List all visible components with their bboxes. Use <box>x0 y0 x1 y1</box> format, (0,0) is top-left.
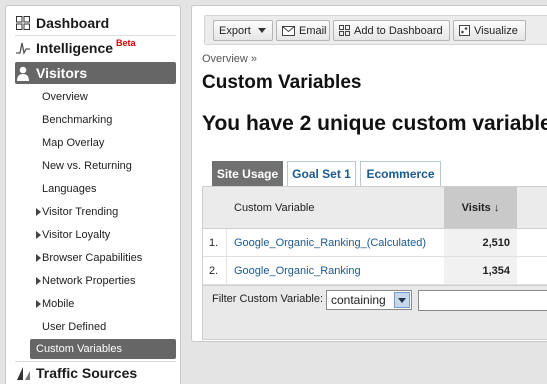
table-header: Custom Variable Visits ↓ <box>202 186 547 229</box>
filter-bar: Filter Custom Variable: containing <box>202 285 547 340</box>
filter-label: Filter Custom Variable: <box>212 293 324 305</box>
sidebar-item-languages[interactable]: Languages <box>30 179 176 199</box>
row-number: 1. <box>209 237 219 249</box>
sidebar-item-network-properties[interactable]: Network Properties <box>30 271 176 291</box>
sidebar-item-label: Visitor Trending <box>42 206 119 218</box>
sidebar-item-user-defined[interactable]: User Defined <box>30 317 176 337</box>
sidebar-item-label: Overview <box>42 91 88 103</box>
dropdown-arrow-icon[interactable] <box>394 292 410 308</box>
visits-value: 1,354 <box>444 257 517 284</box>
visits-value: 2,510 <box>444 229 517 256</box>
sidebar-section-intelligence[interactable]: Intelligence Beta <box>15 37 176 59</box>
sidebar-item-benchmarking[interactable]: Benchmarking <box>30 110 176 130</box>
report-panel: Export Email Add to Dashboard Visualize … <box>191 5 547 342</box>
add-to-dashboard-button[interactable]: Add to Dashboard <box>333 20 450 41</box>
column-header-custom-variable[interactable]: Custom Variable <box>234 202 315 214</box>
pulse-icon <box>15 40 31 56</box>
expand-arrow-icon <box>36 231 41 239</box>
expand-arrow-icon <box>36 254 41 262</box>
sidebar-item-custom-variables[interactable]: Custom Variables <box>30 339 176 359</box>
sidebar-item-visitor-trending[interactable]: Visitor Trending <box>30 202 176 222</box>
filter-text-input[interactable] <box>418 290 547 311</box>
custom-variable-link[interactable]: Google_Organic_Ranking_(Calculated) <box>234 237 426 249</box>
sidebar-section-dashboard[interactable]: Dashboard <box>15 12 176 34</box>
tab-site-usage[interactable]: Site Usage <box>212 161 283 186</box>
sidebar-item-overview[interactable]: Overview <box>30 87 176 107</box>
custom-variable-link[interactable]: Google_Organic_Ranking <box>234 265 361 277</box>
filter-mode-value: containing <box>331 293 386 307</box>
email-label: Email <box>299 24 327 37</box>
table-row: 1. Google_Organic_Ranking_(Calculated) 2… <box>202 229 547 257</box>
sidebar-item-label: Map Overlay <box>42 137 105 149</box>
expand-arrow-icon <box>36 300 41 308</box>
dashboard-grid-icon <box>339 25 350 36</box>
traffic-sources-icon <box>15 365 31 381</box>
dashboard-label: Dashboard <box>36 15 110 31</box>
summary-headline: You have 2 unique custom variables <box>202 112 547 135</box>
sidebar-item-browser-capabilities[interactable]: Browser Capabilities <box>30 248 176 268</box>
sidebar-item-visitor-loyalty[interactable]: Visitor Loyalty <box>30 225 176 245</box>
sidebar-item-label: Languages <box>42 183 97 195</box>
chevron-down-icon <box>257 28 266 33</box>
export-label: Export <box>219 24 251 37</box>
expand-arrow-icon <box>36 208 41 216</box>
person-icon <box>15 65 31 81</box>
table-row: 2. Google_Organic_Ranking 1,354 <box>202 257 547 285</box>
sidebar-item-map-overlay[interactable]: Map Overlay <box>30 133 176 153</box>
visitors-label: Visitors <box>36 65 88 81</box>
sidebar-item-label: Benchmarking <box>42 114 113 126</box>
sidebar-item-mobile[interactable]: Mobile <box>30 294 176 314</box>
report-toolbar: Export Email Add to Dashboard Visualize <box>204 15 547 45</box>
dashboard-grid-icon <box>15 15 31 31</box>
breadcrumb[interactable]: Overview » <box>202 53 257 65</box>
sidebar-item-label: Visitor Loyalty <box>42 229 111 241</box>
sidebar-item-label: User Defined <box>42 321 107 333</box>
email-button[interactable]: Email <box>276 20 330 41</box>
row-number: 2. <box>209 265 219 277</box>
page-title: Custom Variables <box>202 72 362 93</box>
sidebar-item-label: Network Properties <box>42 275 136 287</box>
divider <box>226 229 227 256</box>
envelope-icon <box>282 25 295 36</box>
tab-ecommerce[interactable]: Ecommerce <box>360 161 441 186</box>
sidebar-nav: Dashboard Intelligence Beta Visitors Ove… <box>5 5 181 384</box>
visualize-button[interactable]: Visualize <box>453 20 526 41</box>
add-to-dashboard-label: Add to Dashboard <box>354 24 443 37</box>
sidebar-item-label: Browser Capabilities <box>42 252 143 264</box>
column-header-visits[interactable]: Visits ↓ <box>444 187 517 228</box>
sidebar-section-visitors[interactable]: Visitors <box>15 62 176 84</box>
visualize-label: Visualize <box>474 24 518 37</box>
tab-goal-set-1[interactable]: Goal Set 1 <box>287 161 356 186</box>
visualize-icon <box>459 25 470 36</box>
sidebar-section-traffic-sources[interactable]: Traffic Sources <box>15 362 176 384</box>
sidebar-item-new-vs-returning[interactable]: New vs. Returning <box>30 156 176 176</box>
sidebar-item-label: Custom Variables <box>36 343 122 355</box>
sidebar-item-label: New vs. Returning <box>42 160 132 172</box>
expand-arrow-icon <box>36 277 41 285</box>
export-button[interactable]: Export <box>213 20 273 41</box>
divider <box>226 257 227 284</box>
beta-badge: Beta <box>116 38 136 48</box>
intelligence-label: Intelligence <box>36 40 114 56</box>
filter-mode-select[interactable]: containing <box>326 290 412 310</box>
divider <box>15 35 176 36</box>
traffic-sources-label: Traffic Sources <box>36 365 138 381</box>
